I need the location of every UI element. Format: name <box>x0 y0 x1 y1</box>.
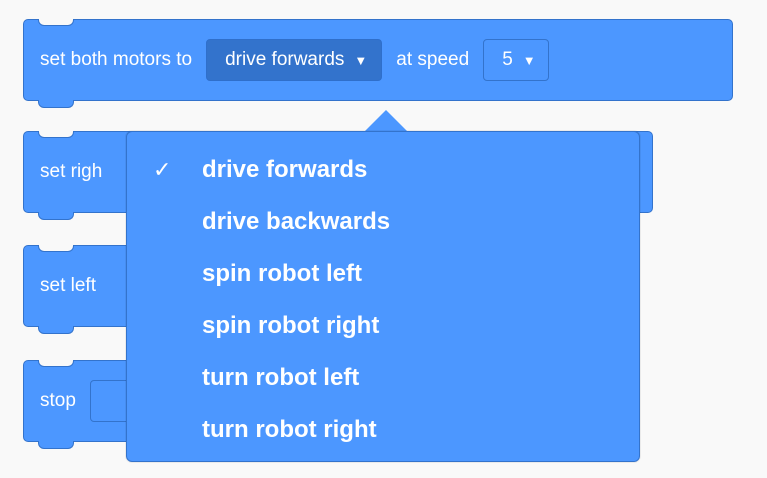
stop-dropdown[interactable] <box>89 380 130 422</box>
menu-option-drive-forwards[interactable]: ✓ drive forwards <box>127 144 639 196</box>
direction-options-menu: ✓ drive forwards drive backwards spin ro… <box>126 131 640 462</box>
menu-option-label: turn robot right <box>202 416 377 443</box>
menu-option-label: drive backwards <box>202 208 391 235</box>
menu-option-label: spin robot right <box>202 312 380 339</box>
menu-pointer <box>364 110 408 132</box>
at-speed-label: at speed <box>396 49 470 70</box>
checkmark-icon: ✓ <box>153 157 172 182</box>
set-right-motor-label: set righ <box>40 161 103 182</box>
block-tab <box>38 100 74 108</box>
set-both-motors-label: set both motors to <box>40 49 193 70</box>
block-notch <box>38 360 74 367</box>
block-notch <box>38 245 74 252</box>
direction-dropdown[interactable]: drive forwards ▼ <box>206 39 383 81</box>
chevron-down-icon: ▼ <box>354 52 368 68</box>
menu-option-spin-robot-right[interactable]: spin robot right <box>127 300 639 352</box>
code-workspace: set both motors to drive forwards ▼ at s… <box>0 0 767 478</box>
direction-dropdown-value: drive forwards <box>225 49 345 70</box>
set-left-motor-label: set left <box>40 275 96 296</box>
block-tab <box>38 326 74 334</box>
block-notch <box>38 19 74 26</box>
menu-option-label: turn robot left <box>202 364 360 391</box>
speed-dropdown[interactable]: 5 ▼ <box>483 39 549 81</box>
menu-option-drive-backwards[interactable]: drive backwards <box>127 196 639 248</box>
block-notch <box>38 131 74 138</box>
menu-option-turn-robot-right[interactable]: turn robot right <box>127 404 639 456</box>
chevron-down-icon: ▼ <box>522 52 536 68</box>
menu-option-label: drive forwards <box>202 156 368 183</box>
block-tab <box>38 441 74 449</box>
menu-option-turn-robot-left[interactable]: turn robot left <box>127 352 639 404</box>
stop-label: stop <box>40 390 76 411</box>
menu-option-spin-robot-left[interactable]: spin robot left <box>127 248 639 300</box>
block-tab <box>38 212 74 220</box>
set-both-motors-block[interactable]: set both motors to drive forwards ▼ at s… <box>23 19 733 108</box>
menu-option-label: spin robot left <box>202 260 362 287</box>
speed-dropdown-value: 5 <box>502 49 513 70</box>
